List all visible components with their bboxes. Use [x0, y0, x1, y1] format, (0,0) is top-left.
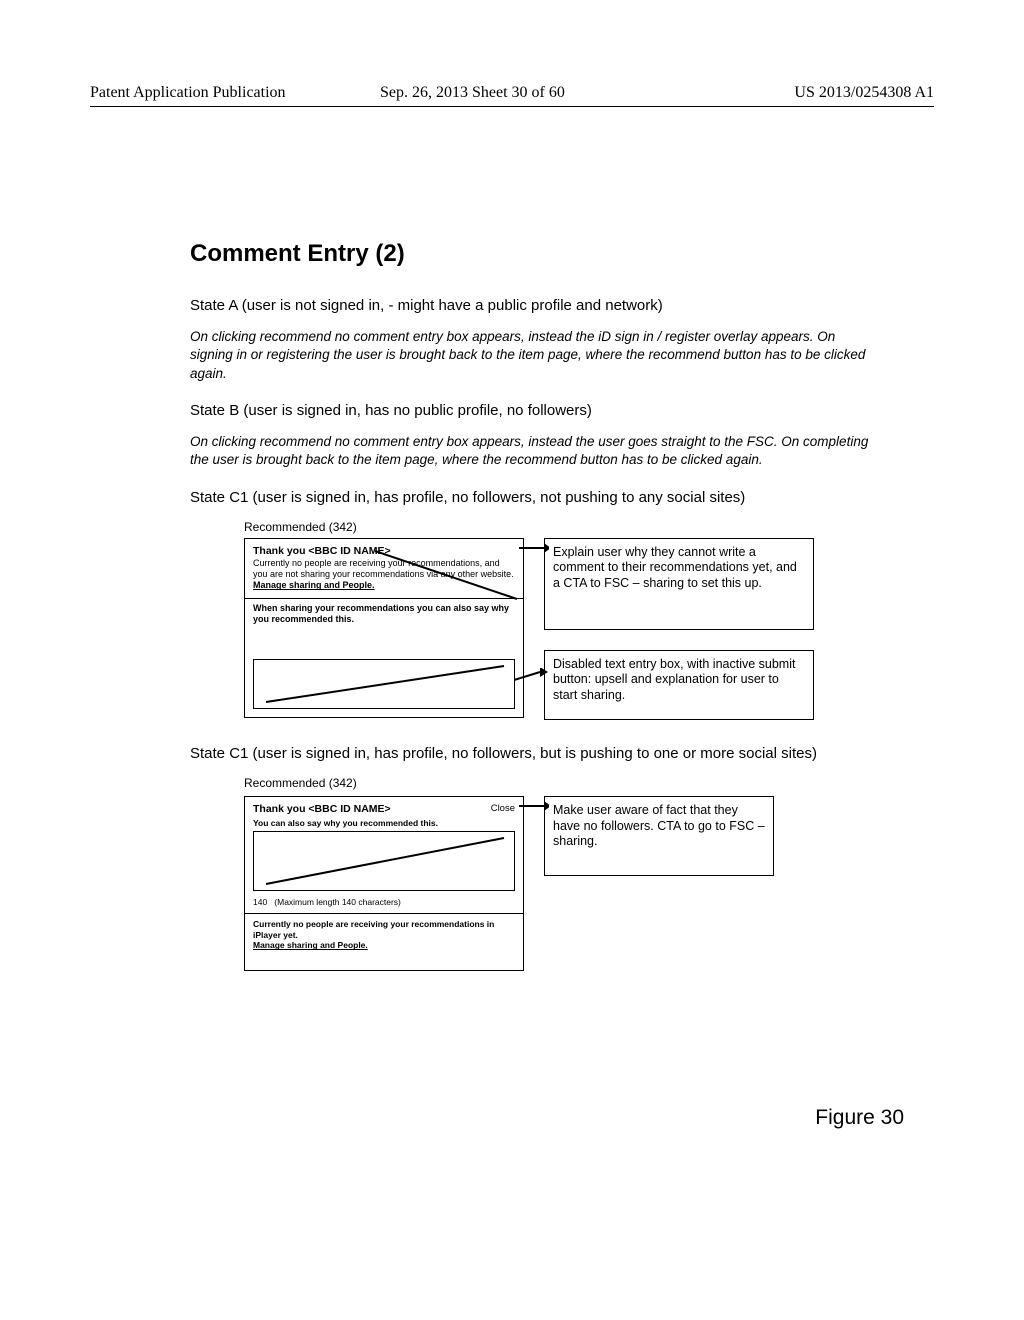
recommended-caption-1: Recommended (342): [244, 520, 890, 534]
state-c1a-row: Thank you <BBC ID NAME> Currently no peo…: [244, 538, 864, 738]
callout-disabled-textbox: Disabled text entry box, with inactive s…: [544, 650, 814, 720]
manage-link-2[interactable]: Manage sharing and People.: [253, 940, 515, 951]
state-c1a-heading: State C1 (user is signed in, has profile…: [190, 488, 860, 508]
callout-explain: Explain user why they cannot write a com…: [544, 538, 814, 630]
header-right: US 2013/0254308 A1: [794, 84, 934, 102]
divider: [245, 913, 523, 914]
state-b-heading: State B (user is signed in, has no publi…: [190, 401, 860, 421]
page-title: Comment Entry (2): [190, 240, 890, 268]
state-c1b-row: Thank you <BBC ID NAME> Close You can al…: [244, 796, 864, 986]
header-left: Patent Application Publication: [90, 84, 286, 102]
close-button[interactable]: Close: [491, 803, 515, 815]
state-b-para: On clicking recommend no comment entry b…: [190, 433, 870, 469]
currently-text: Currently no people are receiving your r…: [253, 558, 515, 581]
callout-no-followers: Make user aware of fact that they have n…: [544, 796, 774, 876]
recommended-caption-2: Recommended (342): [244, 776, 890, 790]
figure-caption: Figure 30: [815, 1106, 904, 1130]
char-max-label: (Maximum length 140 characters): [274, 897, 401, 907]
char-counter: 140 (Maximum length 140 characters): [253, 897, 401, 908]
currently-text-2: Currently no people are receiving your r…: [253, 919, 515, 940]
state-c1b-heading: State C1 (user is signed in, has profile…: [190, 744, 860, 764]
say-why-text: You can also say why you recommended thi…: [253, 818, 515, 829]
char-count: 140: [253, 897, 267, 907]
when-sharing-text: When sharing your recommendations you ca…: [245, 599, 523, 630]
header-mid: Sep. 26, 2013 Sheet 30 of 60: [380, 84, 565, 102]
mock-dialog-c1a: Thank you <BBC ID NAME> Currently no peo…: [244, 538, 524, 718]
manage-link[interactable]: Manage sharing and People.: [253, 580, 515, 591]
disabled-text-entry: [253, 659, 515, 709]
comment-textarea[interactable]: [253, 831, 515, 891]
thank-text: Thank you <BBC ID NAME>: [253, 545, 515, 558]
thank-text-2: Thank you <BBC ID NAME>: [253, 803, 515, 816]
state-a-para: On clicking recommend no comment entry b…: [190, 328, 870, 383]
state-a-heading: State A (user is not signed in, - might …: [190, 296, 860, 316]
header-rule: [90, 106, 934, 107]
mock-dialog-c1b: Thank you <BBC ID NAME> Close You can al…: [244, 796, 524, 971]
